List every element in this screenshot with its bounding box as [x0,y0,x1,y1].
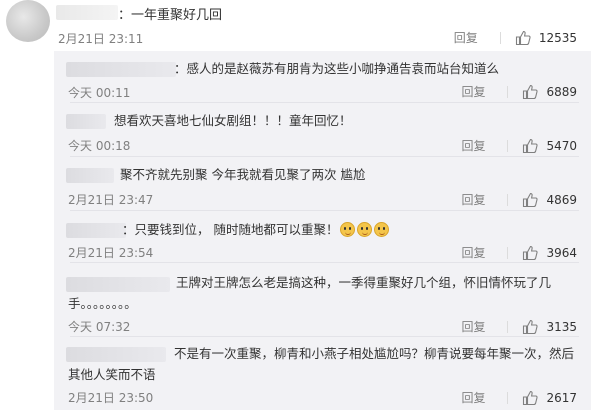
thumbs-up-icon[interactable] [522,319,539,335]
comment-text: ：一年重聚好几回 [118,8,223,23]
reply-time: 2月21日 23:50 [68,391,154,405]
divider [499,31,501,44]
reply-button[interactable]: 回复 [461,191,485,208]
reply-text: 聚不齐就先别聚 今年我就看见聚了两次 尴尬 [120,167,366,182]
reply-button[interactable]: 回复 [454,29,478,46]
reply-item: 聚不齐就先别聚 今年我就看见聚了两次 尴尬 2月21日 23:47 回复 486… [54,157,591,211]
thumbs-up-icon[interactable] [522,84,539,100]
username-redacted[interactable] [56,5,118,20]
reply-button[interactable]: 回复 [461,389,485,406]
thumbs-up-icon[interactable] [522,192,539,208]
reply-text-line2: 手。。。。。。。。 [68,296,137,311]
laughing-cat-emoji-icon [374,222,390,237]
like-count: 2617 [546,390,577,405]
reply-actions: 回复 4869 [461,191,577,208]
thumbs-up-icon[interactable] [522,245,539,261]
reply-text: 想看欢天喜地七仙女剧组！！！童年回忆！ [114,113,352,128]
reply-button[interactable]: 回复 [461,137,485,154]
reply-button[interactable]: 回复 [461,83,485,100]
reply-button[interactable]: 回复 [461,244,485,261]
reply-time: 今天 00:11 [68,86,131,100]
reply-item: 想看欢天喜地七仙女剧组！！！童年回忆！ 今天 00:18 回复 5470 [54,103,591,157]
reply-text: ：只要钱到位， 随时随地都可以重聚！ [122,222,339,237]
comment-time: 2月21日 23:11 [58,32,144,46]
divider [507,391,509,404]
reply-time: 2月21日 23:54 [68,246,154,260]
reply-actions: 回复 5470 [461,137,577,154]
like-count: 3135 [546,319,577,334]
like-count: 6889 [546,84,577,99]
comment-actions: 回复 12535 [454,29,577,46]
thumbs-up-icon[interactable] [515,30,531,46]
username-redacted[interactable] [66,223,126,238]
username-redacted[interactable] [66,62,176,77]
thumbs-up-icon[interactable] [522,390,539,406]
divider [507,85,509,98]
reply-actions: 回复 6889 [461,83,577,100]
reply-time: 今天 00:18 [68,139,131,153]
like-count: 5470 [546,138,577,153]
reply-text-line1: 不是有一次重聚，柳青和小燕子相处尴尬吗？柳青说要每年聚一次，然后 [174,346,575,361]
main-comment: ：一年重聚好几回 2月21日 23:11 回复 12535 [0,0,591,50]
reply-text-line1: 王牌对王牌怎么老是搞这种，一季得重聚好几个组，怀旧情怀玩了几 [176,275,552,290]
avatar[interactable] [6,0,50,42]
laughing-cat-emoji-icon [357,222,373,237]
username-redacted[interactable] [66,347,166,362]
username-redacted[interactable] [66,277,170,292]
reply-time: 今天 07:32 [68,320,131,334]
like-count: 4869 [546,192,577,207]
username-redacted[interactable] [66,114,106,129]
like-count: 12535 [538,30,577,45]
like-count: 3964 [546,245,577,260]
reply-actions: 回复 3135 [461,318,577,335]
username-redacted[interactable] [66,168,114,183]
reply-item: ：只要钱到位， 随时随地都可以重聚！ 2月21日 23:54 回复 3964 [54,211,591,263]
divider [507,139,509,152]
reply-time: 2月21日 23:47 [68,193,154,207]
divider [507,246,509,259]
reply-item: ：感人的是赵薇苏有朋肯为这些小咖挣通告袁而站台知道么 今天 00:11 回复 6… [54,51,591,103]
divider [507,193,509,206]
reply-actions: 回复 2617 [461,389,577,406]
reply-item: 不是有一次重聚，柳青和小燕子相处尴尬吗？柳青说要每年聚一次，然后 其他人笑而不语… [54,337,591,410]
reply-actions: 回复 3964 [461,244,577,261]
reply-item: 王牌对王牌怎么老是搞这种，一季得重聚好几个组，怀旧情怀玩了几 手。。。。。。。。… [54,263,591,337]
reply-text-wrap: ：只要钱到位， 随时随地都可以重聚！ [122,220,390,240]
reply-text-line2: 其他人笑而不语 [68,367,156,382]
reply-button[interactable]: 回复 [461,318,485,335]
divider [507,320,509,333]
thumbs-up-icon[interactable] [522,138,539,154]
replies-panel: ：感人的是赵薇苏有朋肯为这些小咖挣通告袁而站台知道么 今天 00:11 回复 6… [54,51,591,410]
reply-text: ：感人的是赵薇苏有朋肯为这些小咖挣通告袁而站台知道么 [174,61,500,76]
laughing-cat-emoji-icon [340,222,356,237]
